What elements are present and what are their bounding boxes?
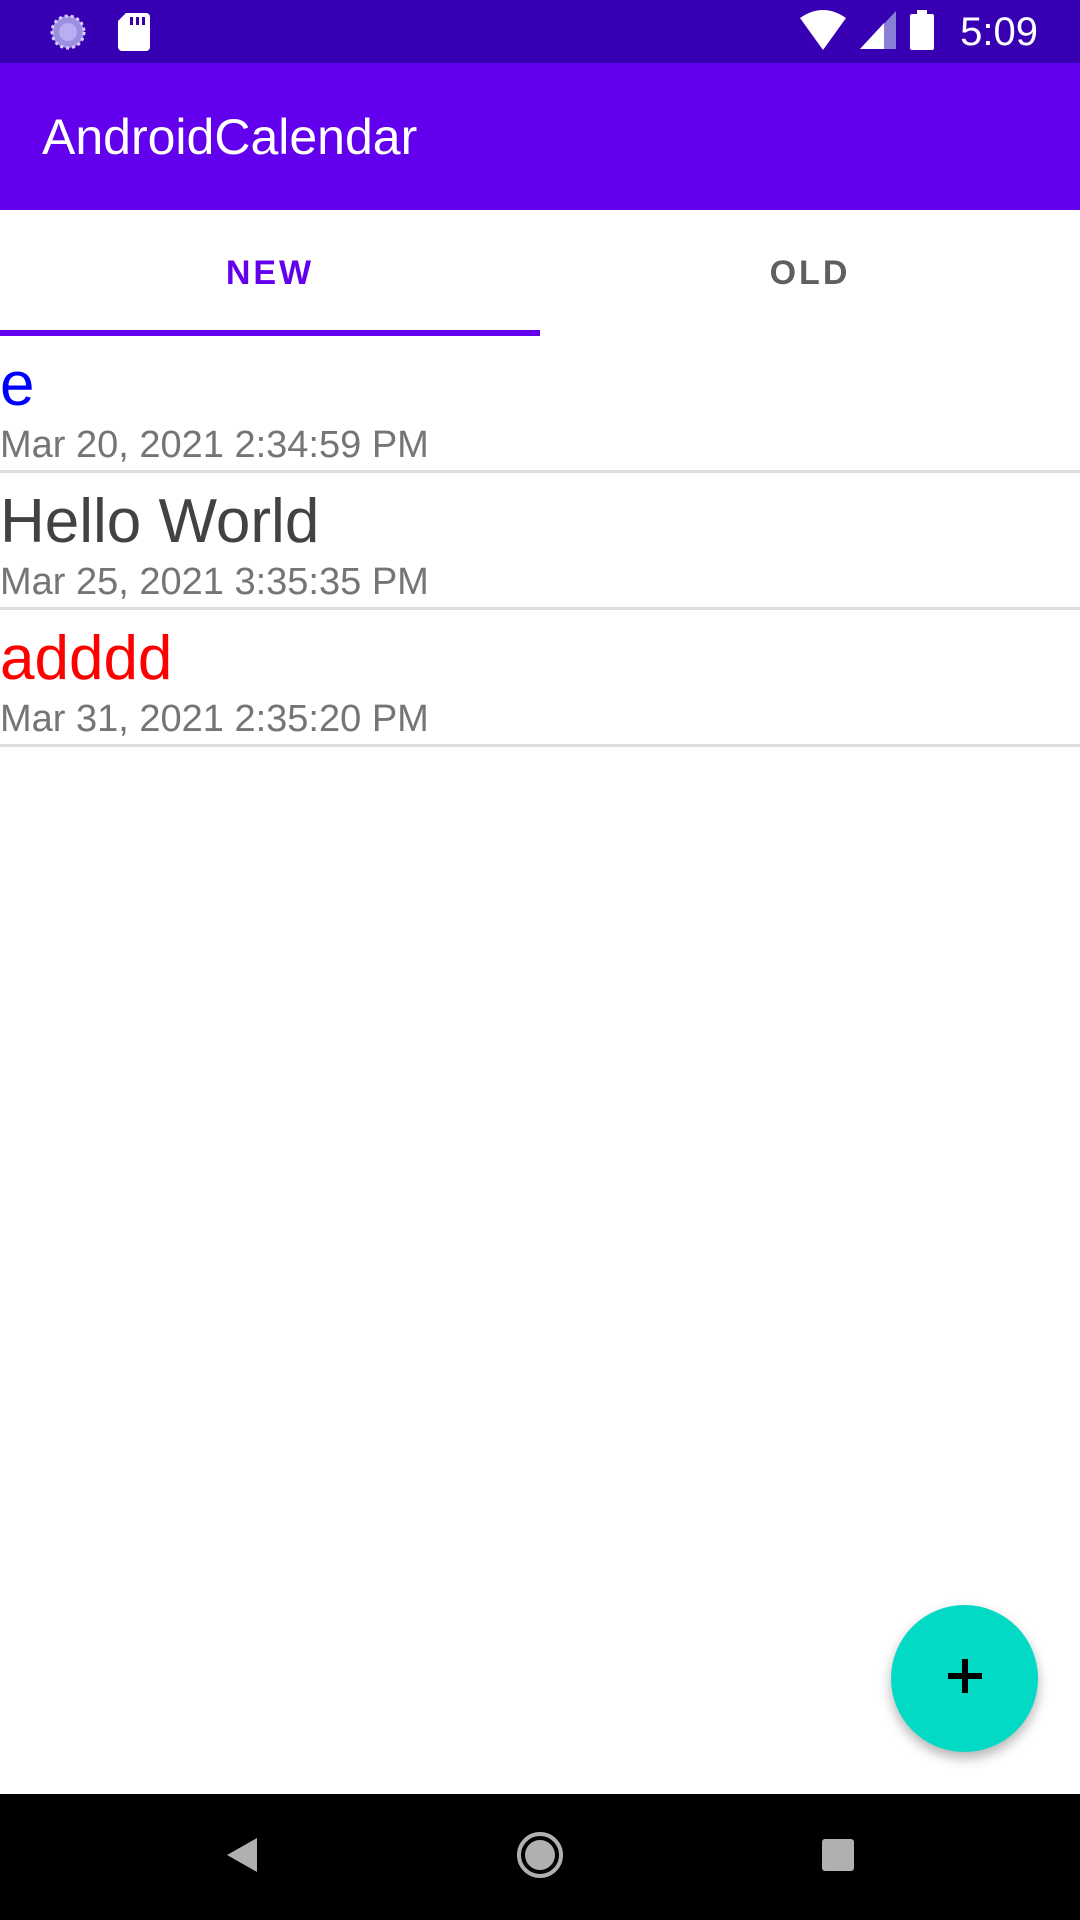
- home-icon: [515, 1830, 565, 1885]
- sd-card-icon: [118, 13, 150, 56]
- status-bar: 5:09: [0, 0, 1080, 63]
- event-title: e: [0, 350, 35, 419]
- list-item[interactable]: adddd Mar 31, 2021 2:35:20 PM: [0, 610, 1080, 747]
- event-date: Mar 20, 2021 2:34:59 PM: [0, 424, 429, 466]
- app-title: AndroidCalendar: [42, 109, 418, 165]
- recents-button[interactable]: [775, 1794, 901, 1920]
- tab-bar: NEW OLD: [0, 210, 1080, 336]
- screen: 5:09 AndroidCalendar NEW OLD e Mar 20, 2…: [0, 0, 1080, 1920]
- list-item[interactable]: Hello World Mar 25, 2021 3:35:35 PM: [0, 473, 1080, 610]
- signal-icon: [860, 10, 897, 54]
- event-date: Mar 31, 2021 2:35:20 PM: [0, 698, 429, 740]
- status-left: [48, 12, 150, 57]
- clock: 5:09: [960, 10, 1038, 54]
- list-item[interactable]: e Mar 20, 2021 2:34:59 PM: [0, 336, 1080, 473]
- back-icon: [225, 1836, 259, 1879]
- tab-old[interactable]: OLD: [540, 210, 1080, 336]
- tab-new[interactable]: NEW: [0, 210, 540, 336]
- wifi-icon: [800, 9, 847, 55]
- battery-icon: [910, 9, 935, 55]
- event-title: Hello World: [0, 487, 320, 556]
- event-title: adddd: [0, 624, 173, 693]
- status-right: 5:09: [800, 8, 1038, 56]
- recents-icon: [821, 1838, 855, 1877]
- navigation-bar: [0, 1794, 1080, 1920]
- plus-icon: [945, 1656, 985, 1701]
- event-list: e Mar 20, 2021 2:34:59 PM Hello World Ma…: [0, 336, 1080, 747]
- app-bar: AndroidCalendar: [0, 63, 1080, 210]
- tab-new-label: NEW: [225, 253, 315, 292]
- event-date: Mar 25, 2021 3:35:35 PM: [0, 561, 429, 603]
- home-button[interactable]: [477, 1794, 603, 1920]
- add-event-button[interactable]: [891, 1605, 1038, 1752]
- loading-icon: [48, 12, 88, 57]
- back-button[interactable]: [179, 1794, 305, 1920]
- tab-old-label: OLD: [769, 253, 851, 292]
